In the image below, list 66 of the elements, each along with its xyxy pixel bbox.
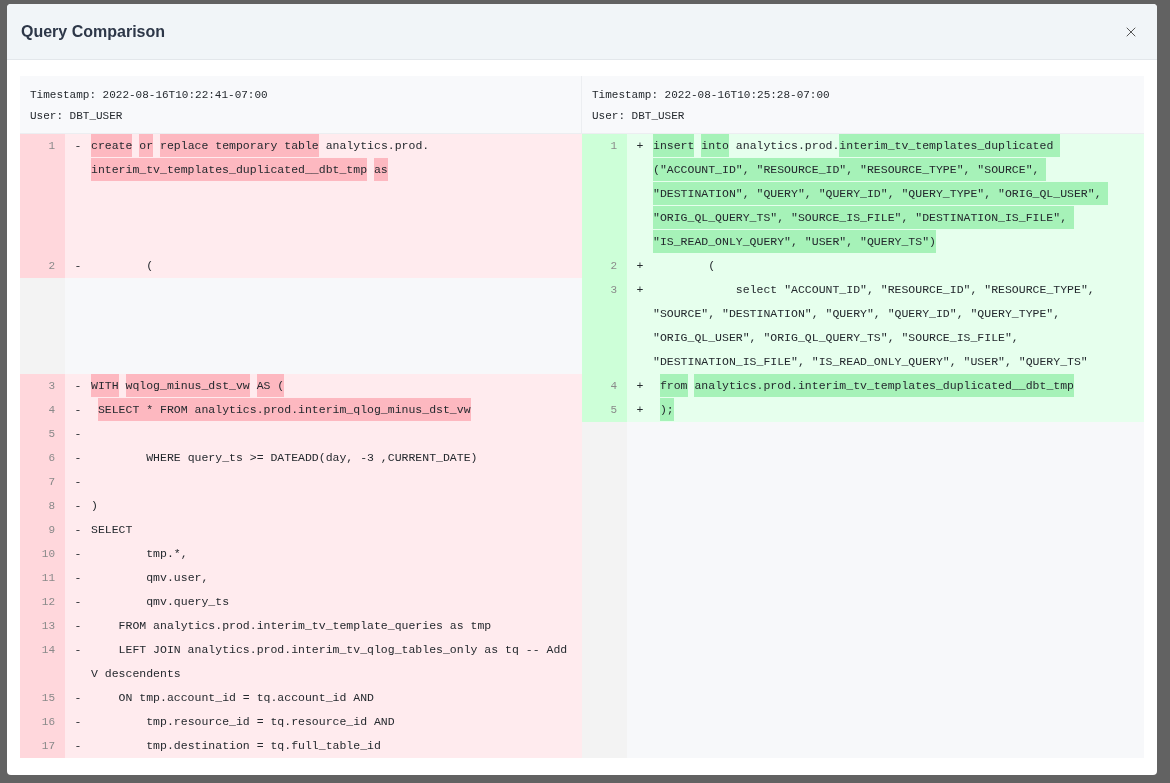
line-number: 16 [41,715,55,730]
diff-sign: - [74,450,82,466]
diff-sign: - [74,690,82,706]
line-number: 12 [41,595,55,610]
user-label: User: DBT_USER [30,109,124,124]
diff-sign: - [74,474,82,490]
diff-sign: + [636,402,644,418]
code-line: tmp.destination = tq.full_table_id [145,738,382,754]
line-number: 15 [41,691,55,706]
diff-sign: - [74,426,82,442]
code-line: ON tmp.account_id = tq.account_id AND [117,690,375,706]
code-line: create or replace temporary table analytics.prod. interim_tv_templates_duplicated__dbt_tmp as [91,134,574,182]
diff-sign: + [636,282,644,298]
line-number: 5 [48,427,55,442]
diff-sign: - [74,738,82,754]
code-line: ) [91,498,99,514]
line-number: 3 [610,283,617,298]
code-line: select "ACCOUNT_ID", "RESOURCE_ID", "RESOURCE_TYPE", "SOURCE", "DESTINATION", "QUERY", "QUERY_ID", "QUERY_TYPE", "ORIG_QL_USER", "ORIG_QL_QUERY_TS", "SOURCE_IS_FILE", "DESTINATION_IS_FILE", "IS_READ_ONLY_QUERY", "USER", "QUERY_TS" [653,282,1096,370]
line-number: 4 [610,379,617,394]
code-line: LEFT JOIN analytics.prod.interim_tv_qlog_tables_only as tq -- Add V descendents [91,642,569,682]
diff-sign: - [74,378,82,394]
diff-sign: - [74,714,82,730]
line-number: 11 [41,571,55,586]
diff-sign: + [636,258,644,274]
line-number: 5 [610,403,617,418]
line-number: 8 [48,499,55,514]
diff-sign: - [74,258,82,274]
timestamp: Timestamp: 2022-08-16T10:22:41-07:00 [30,88,269,103]
code-line: ); [653,398,1136,422]
code-line: qmv.user, [145,570,210,586]
diff-sign: - [74,618,82,634]
line-number: 17 [41,739,55,754]
code-line: ( [145,258,155,274]
dialog-title: Query Comparison [21,21,166,42]
diff-sign: - [74,594,82,610]
diff-sign: - [74,138,82,154]
timestamp: Timestamp: 2022-08-16T10:25:28-07:00 [592,88,831,103]
line-number: 13 [41,619,55,634]
diff-sign: - [74,522,82,538]
line-number: 4 [48,403,55,418]
diff-sign: + [636,378,644,394]
diff-sign: - [74,570,82,586]
code-line: tmp.resource_id = tq.resource_id AND [145,714,396,730]
line-number: 1 [610,139,617,154]
diff-sign: + [636,138,644,154]
line-number: 1 [48,139,55,154]
line-number: 14 [41,643,55,658]
line-number: 2 [48,259,55,274]
line-number: 3 [48,379,55,394]
diff-sign: - [74,642,82,658]
diff-sign: - [74,546,82,562]
line-number: 9 [48,523,55,538]
line-number: 6 [48,451,55,466]
code-line: WITH wqlog_minus_dst_vw AS ( [91,374,574,398]
code-line: FROM analytics.prod.interim_tv_template_queries as tmp [117,618,493,634]
line-number: 2 [610,259,617,274]
line-number: 10 [41,547,55,562]
code-line: SELECT [91,522,134,538]
code-line: tmp.*, [145,546,189,562]
code-line: qmv.query_ts [145,594,231,610]
code-line: WHERE query_ts >= DATEADD(day, -3 ,CURRENT_DATE) [145,450,479,466]
line-number: 7 [48,475,55,490]
user-label: User: DBT_USER [592,109,686,124]
code-line: ( [707,258,717,274]
diff-sign: - [74,402,82,418]
diff-sign: - [74,498,82,514]
